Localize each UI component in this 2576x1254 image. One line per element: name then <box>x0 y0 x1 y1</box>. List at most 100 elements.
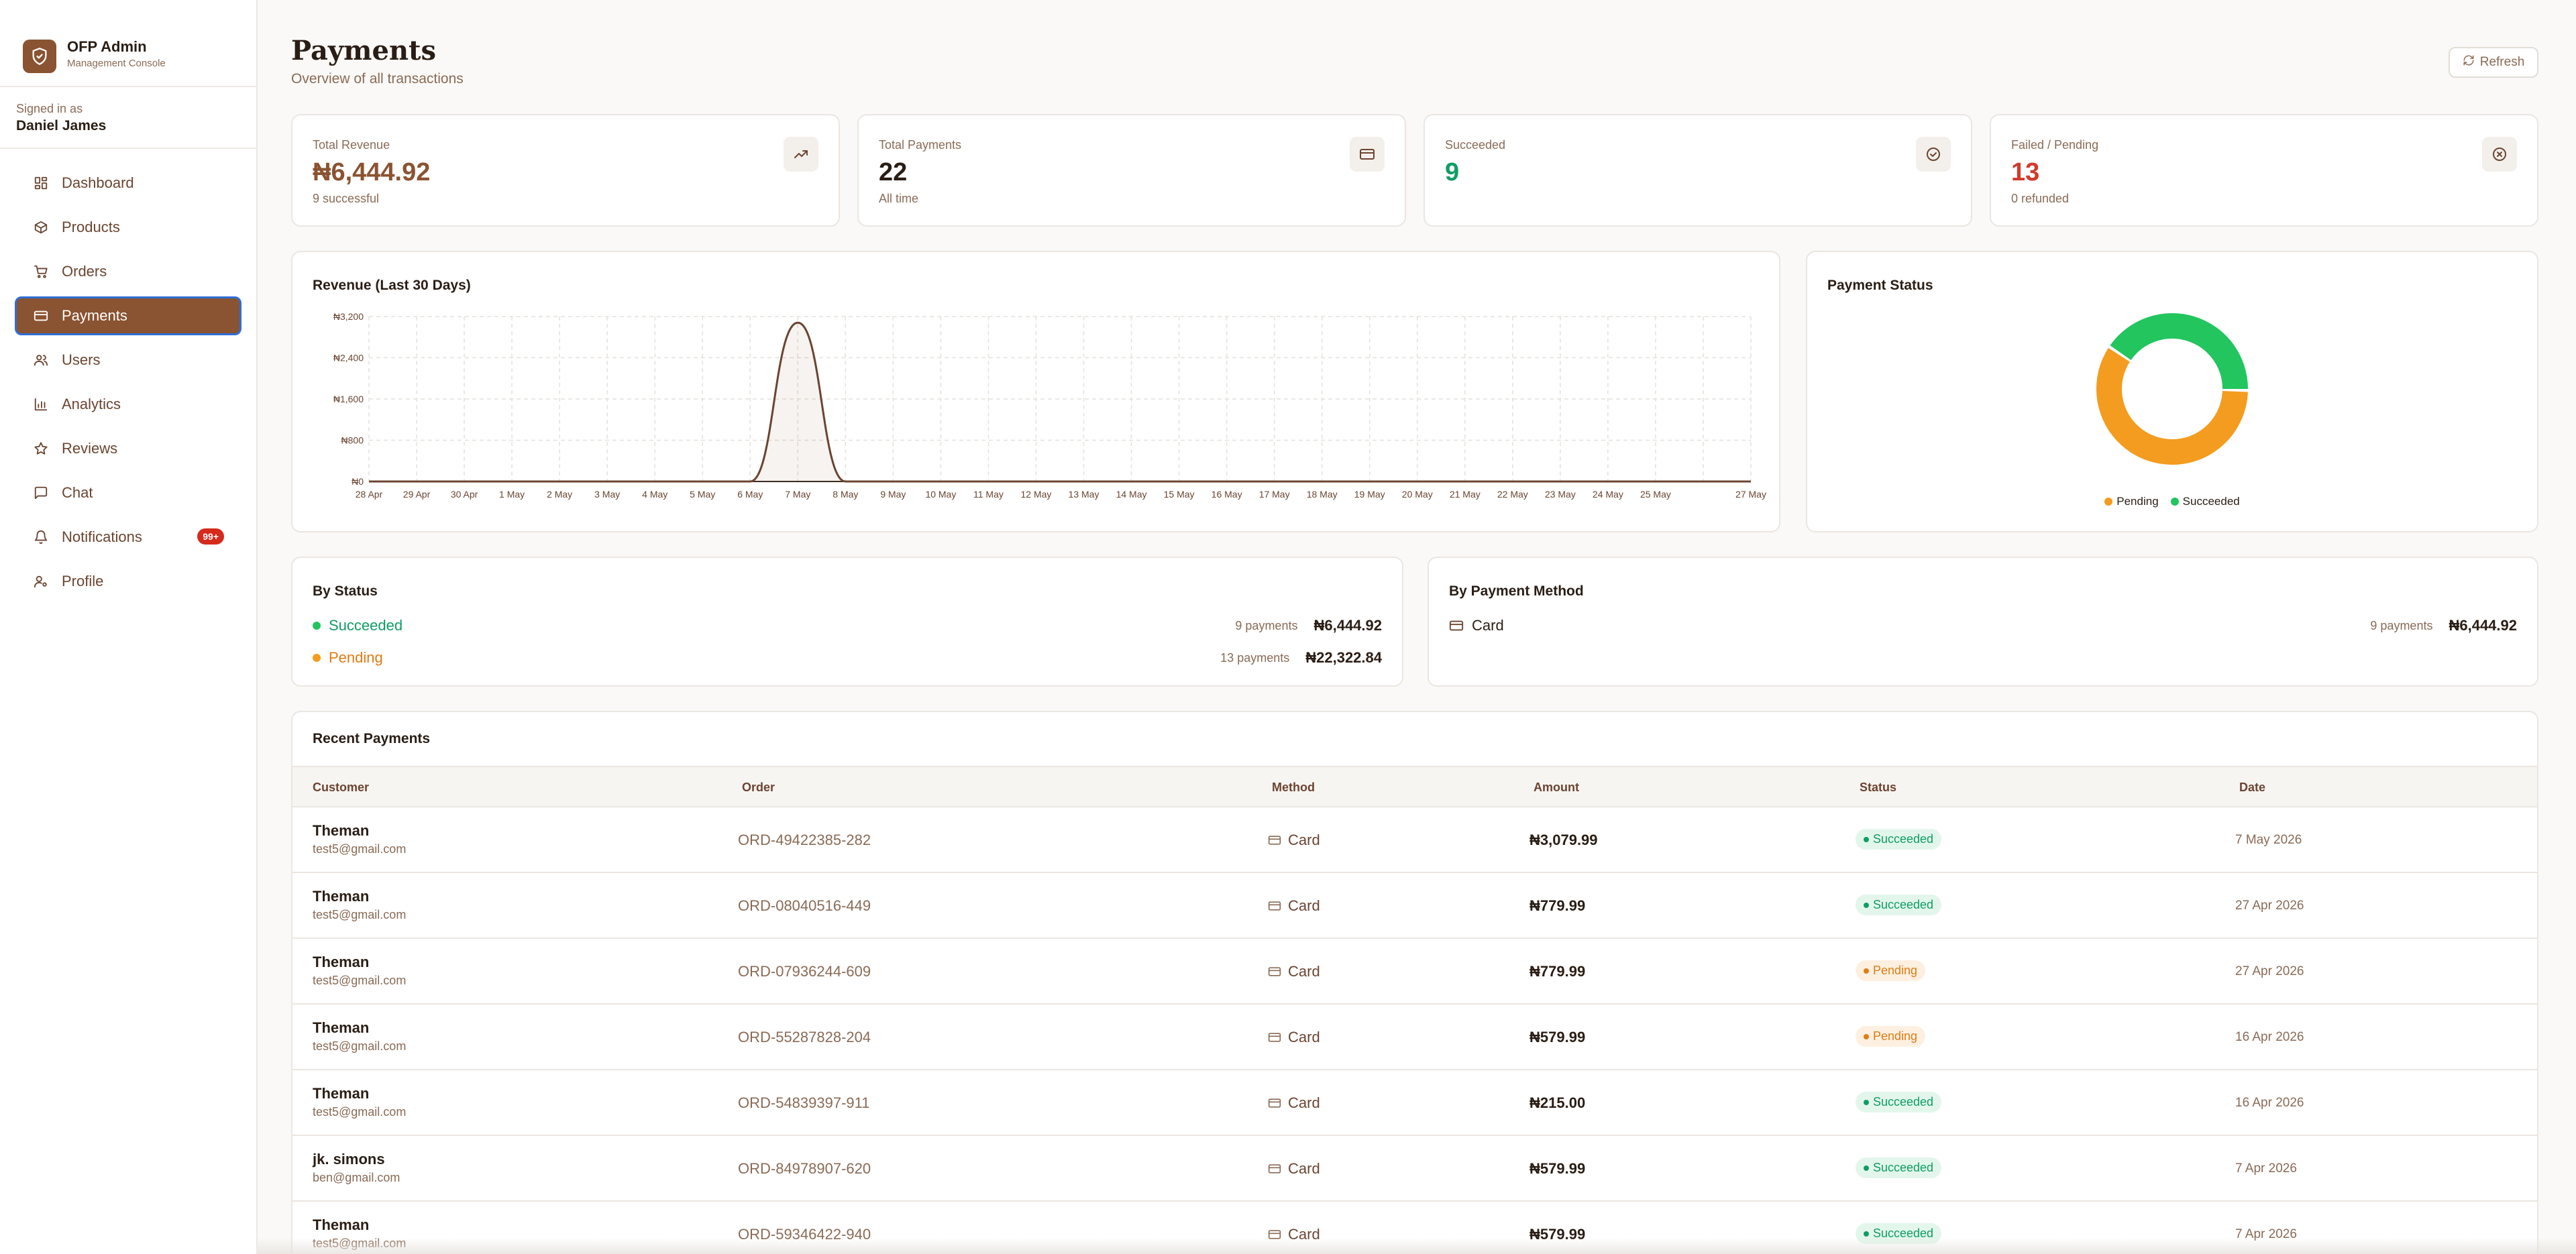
status-count: 9 payments <box>1235 618 1298 632</box>
sidebar-item-orders[interactable]: Orders <box>15 252 241 291</box>
sidebar-item-label: Profile <box>62 573 104 589</box>
credit-card-icon <box>1449 618 1464 633</box>
sidebar-item-label: Orders <box>62 263 107 280</box>
order-link[interactable]: ORD-54839397-911 <box>738 1094 870 1112</box>
cart-icon <box>32 263 50 280</box>
column-header-order[interactable]: Order <box>742 781 775 795</box>
customer-email: test5@gmail.com <box>313 908 407 921</box>
customer-email: test5@gmail.com <box>313 842 407 856</box>
x-tick-label: 20 May <box>1402 489 1433 500</box>
x-tick-label: 25 May <box>1640 489 1671 500</box>
table-row[interactable]: Theman test5@gmail.com ORD-07936244-609 Car… <box>292 939 2537 1005</box>
order-link[interactable]: ORD-49422385-282 <box>738 832 871 849</box>
stat-value: 13 <box>2011 158 2040 186</box>
brand-subtitle: Management Console <box>67 58 166 69</box>
stat-label: Total Revenue <box>313 138 390 152</box>
status-label: Succeeded <box>1873 1161 1934 1174</box>
sidebar-item-analytics[interactable]: Analytics <box>15 385 241 424</box>
credit-card-icon <box>1350 137 1385 172</box>
sidebar-item-notifications[interactable]: Notifications 99+ <box>15 518 241 557</box>
status-label: Succeeded <box>1873 1095 1934 1108</box>
sidebar-item-profile[interactable]: Profile <box>15 562 241 601</box>
order-link[interactable]: ORD-84978907-620 <box>738 1160 871 1178</box>
status-dot <box>1864 836 1869 842</box>
order-link[interactable]: ORD-55287828-204 <box>738 1029 871 1046</box>
status-dot <box>1864 968 1869 974</box>
status-dot <box>1864 1033 1869 1039</box>
x-tick-label: 11 May <box>973 489 1004 500</box>
y-tick-label: ₦2,400 <box>333 353 364 363</box>
credit-card-icon <box>1268 834 1281 847</box>
column-header-method[interactable]: Method <box>1272 781 1315 795</box>
payment-amount: ₦779.99 <box>1529 963 1586 980</box>
legend-swatch <box>2170 498 2179 506</box>
recent-payments-card: Recent Payments Customer Order Method Amoun… <box>291 711 2538 1254</box>
sidebar-item-label: Products <box>62 219 120 235</box>
sidebar-item-reviews[interactable]: Reviews <box>15 429 241 468</box>
dashboard-icon <box>32 174 50 192</box>
order-link[interactable]: ORD-08040516-449 <box>738 897 871 915</box>
payment-amount: ₦3,079.99 <box>1529 832 1598 848</box>
user-name: Daniel James <box>16 118 107 133</box>
status-label: Pending <box>1873 964 1918 977</box>
sidebar-item-products[interactable]: Products <box>15 208 241 247</box>
sidebar-item-dashboard[interactable]: Dashboard <box>15 164 241 203</box>
donut-legend: Pending Succeeded <box>1807 495 2537 508</box>
sidebar-item-payments[interactable]: Payments <box>15 296 241 335</box>
x-tick-label: 12 May <box>1021 489 1052 500</box>
x-tick-label: 5 May <box>690 489 715 500</box>
revenue-line <box>368 321 1751 483</box>
table-row[interactable]: Theman test5@gmail.com ORD-49422385-282 Car… <box>292 807 2537 873</box>
y-tick-label: ₦800 <box>341 435 364 446</box>
payment-method: Card <box>1268 963 1320 980</box>
credit-card-icon <box>1268 1031 1281 1044</box>
y-tick-label: ₦0 <box>352 476 364 487</box>
stat-label: Succeeded <box>1445 138 1506 152</box>
customer-email: ben@gmail.com <box>313 1171 400 1184</box>
sidebar-item-chat[interactable]: Chat <box>15 473 241 512</box>
x-tick-label: 13 May <box>1069 489 1099 500</box>
payment-amount: ₦215.00 <box>1529 1094 1586 1111</box>
customer-email: test5@gmail.com <box>313 1105 407 1119</box>
x-tick-label: 22 May <box>1497 489 1528 500</box>
x-tick-label: 4 May <box>642 489 667 500</box>
star-icon <box>32 440 50 457</box>
table-row[interactable]: Theman test5@gmail.com ORD-08040516-449 Car… <box>292 873 2537 939</box>
status-amount: ₦22,322.84 <box>1305 649 1382 666</box>
users-icon <box>32 351 50 369</box>
customer-name: Theman <box>313 1085 370 1102</box>
payment-amount: ₦779.99 <box>1529 897 1586 914</box>
notification-count-badge: 99+ <box>197 528 224 545</box>
legend-item-pending: Pending <box>2104 495 2159 508</box>
page-subtitle: Overview of all transactions <box>291 71 464 87</box>
status-dot <box>1864 902 1869 908</box>
payment-method: Card <box>1268 1094 1320 1112</box>
column-header-amount[interactable]: Amount <box>1534 781 1579 795</box>
status-amount: ₦6,444.92 <box>1313 617 1382 634</box>
by-status-title: By Status <box>313 583 378 599</box>
payment-amount: ₦579.99 <box>1529 1029 1586 1045</box>
sidebar-item-users[interactable]: Users <box>15 341 241 380</box>
payment-date: 16 Apr 2026 <box>2235 1096 2304 1110</box>
customer-name: jk. simons <box>313 1151 385 1167</box>
status-dot <box>1864 1231 1869 1237</box>
y-tick-label: ₦1,600 <box>333 394 364 404</box>
status-label: Succeeded <box>1873 832 1934 846</box>
sidebar-item-label: Users <box>62 351 101 368</box>
table-row[interactable]: jk. simons ben@gmail.com ORD-84978907-620 C… <box>292 1136 2537 1202</box>
status-badge: Pending <box>1856 960 1926 981</box>
payment-status-donut <box>2096 313 2248 465</box>
table-row[interactable]: Theman test5@gmail.com ORD-54839397-911 Car… <box>292 1070 2537 1136</box>
table-row[interactable]: Theman test5@gmail.com ORD-55287828-204 Car… <box>292 1005 2537 1070</box>
refresh-button[interactable]: Refresh <box>2449 47 2538 78</box>
status-dot <box>1864 1165 1869 1171</box>
column-header-status[interactable]: Status <box>1860 781 1896 795</box>
x-tick-label: 17 May <box>1259 489 1290 500</box>
x-tick-label: 8 May <box>833 489 858 500</box>
column-header-date[interactable]: Date <box>2239 781 2265 795</box>
order-link[interactable]: ORD-07936244-609 <box>738 963 871 980</box>
stat-card-total-revenue: Total Revenue ₦6,444.92 9 successful <box>291 114 840 227</box>
payment-date: 7 May 2026 <box>2235 833 2302 847</box>
column-header-customer[interactable]: Customer <box>313 781 369 795</box>
donut-slice-succeeded <box>2110 313 2248 390</box>
